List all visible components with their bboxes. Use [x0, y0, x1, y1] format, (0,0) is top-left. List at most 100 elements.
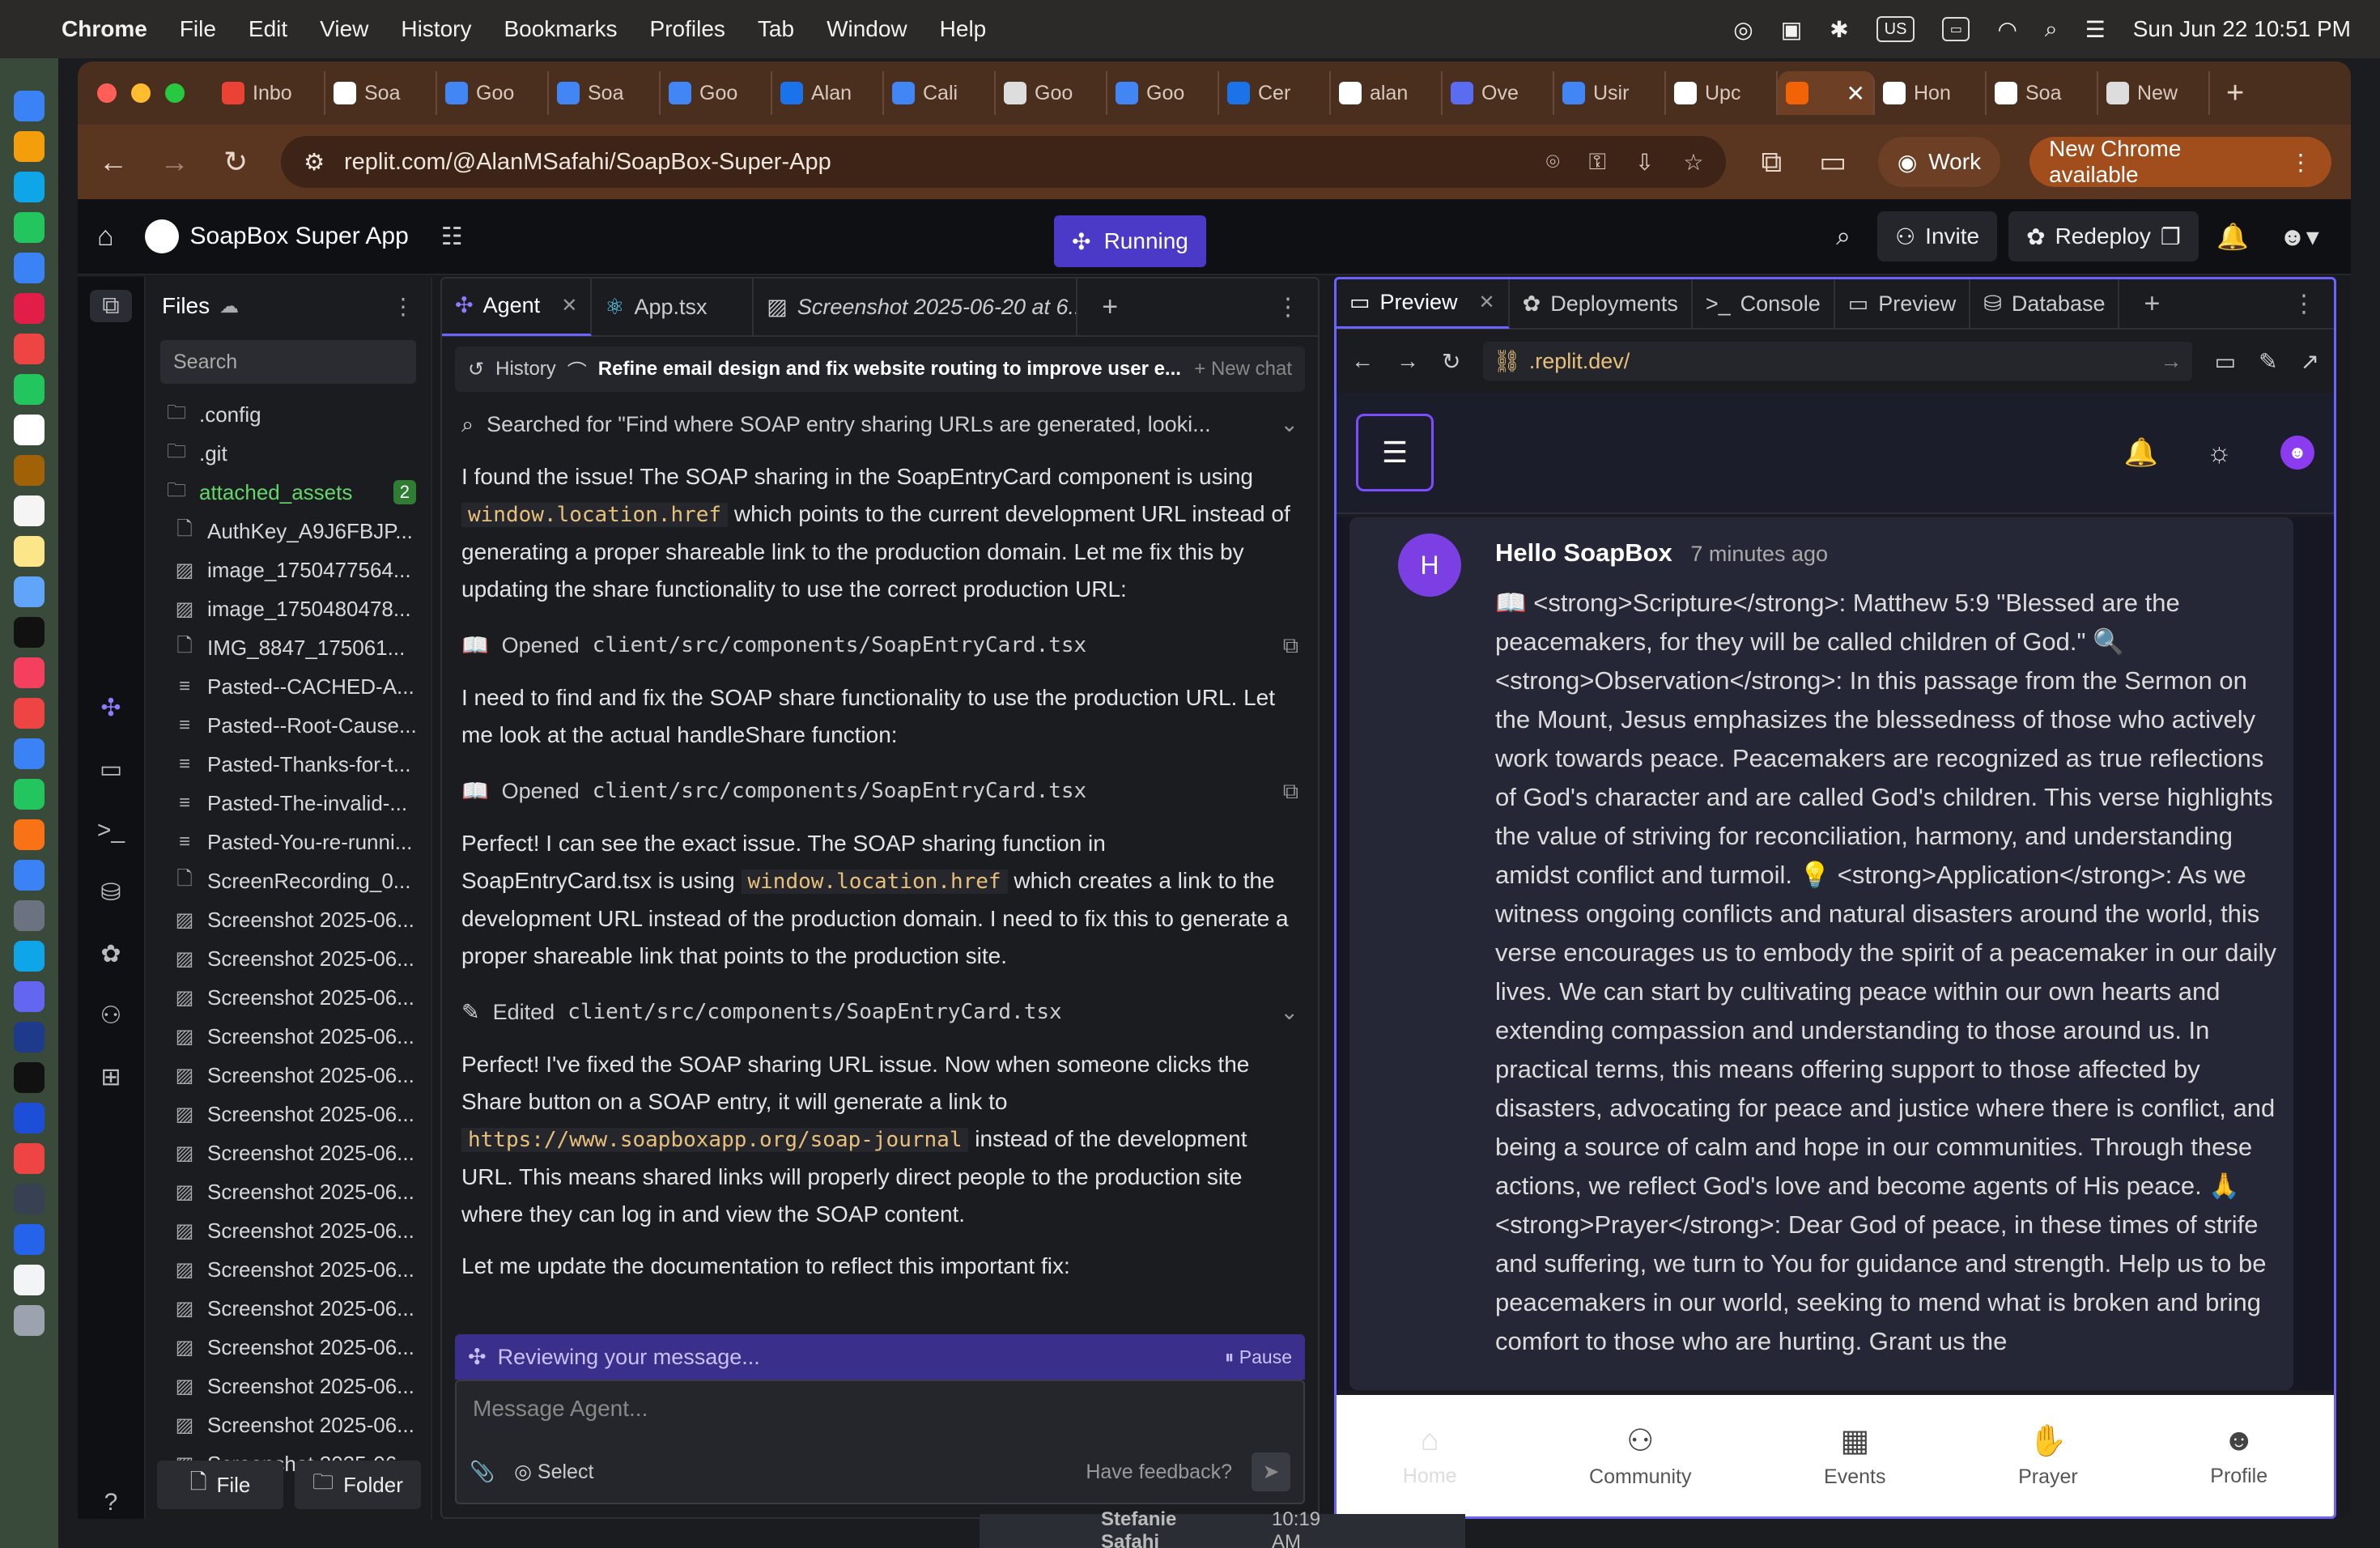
password-manager-icon[interactable]: [14, 1103, 45, 1133]
browser-tab[interactable]: Alan: [772, 71, 884, 115]
home-icon[interactable]: ⌂: [97, 221, 114, 253]
search-action-row[interactable]: ⌕ Searched for "Find where SOAP entry sh…: [461, 402, 1298, 447]
theme-toggle-icon[interactable]: ☼: [2207, 437, 2232, 469]
terminal-icon[interactable]: [14, 1062, 45, 1093]
chevron-down-icon[interactable]: ⌄: [1280, 406, 1298, 443]
browser-tab[interactable]: Cer: [1219, 71, 1331, 115]
clock[interactable]: Sun Jun 22 10:51 PM: [2133, 16, 2351, 42]
console-tool-icon[interactable]: >_: [90, 814, 132, 847]
trash-icon[interactable]: [14, 1305, 45, 1336]
file-item[interactable]: 🗋 AuthKey_A9J6FBJP...: [146, 512, 431, 551]
preview-url-input[interactable]: ⛓ .replit.dev/ →: [1483, 342, 2192, 381]
back-icon[interactable]: ←: [1351, 348, 1374, 374]
teams-icon[interactable]: [14, 981, 45, 1012]
word-icon[interactable]: [14, 1022, 45, 1053]
file-item[interactable]: ≡ Pasted--Root-Cause...: [146, 706, 431, 745]
menu-file[interactable]: File: [180, 16, 216, 42]
mail-icon[interactable]: [14, 253, 45, 283]
numbers-icon[interactable]: [14, 779, 45, 810]
outlook-icon[interactable]: [14, 941, 45, 972]
browser-tab[interactable]: Cali: [884, 71, 996, 115]
notification-bell-icon[interactable]: 🔔: [2210, 214, 2255, 259]
search-icon[interactable]: ⌕: [1821, 214, 1866, 259]
notes-icon[interactable]: [14, 536, 45, 567]
edited-file-row[interactable]: ✎ Edited client/src/components/SoapEntry…: [461, 989, 1298, 1035]
messages-icon[interactable]: [14, 212, 45, 243]
users-tool-icon[interactable]: ⚇: [90, 999, 132, 1031]
location-icon[interactable]: ⌾: [1546, 149, 1560, 176]
deployments-tool-icon[interactable]: ✿: [90, 938, 132, 970]
keyboard-layout-indicator[interactable]: US: [1876, 16, 1915, 42]
files-search-input[interactable]: Search: [160, 340, 416, 384]
file-item[interactable]: 🗋 IMG_8847_175061...: [146, 628, 431, 667]
hamburger-menu-icon[interactable]: ☰: [1356, 414, 1434, 491]
file-item[interactable]: ▨ Screenshot 2025-06...: [146, 1289, 431, 1328]
chrome-icon[interactable]: [14, 334, 45, 364]
user-avatar[interactable]: ☻▾: [2267, 214, 2331, 259]
file-item[interactable]: 🗋 ScreenRecording_0...: [146, 861, 431, 900]
browser-tab[interactable]: Soa: [549, 71, 661, 115]
files-tool-icon[interactable]: ⧉: [90, 290, 132, 322]
reload-icon[interactable]: ↻: [1442, 348, 1460, 375]
chat-title[interactable]: Refine email design and fix website rout…: [598, 358, 1181, 381]
invite-button[interactable]: ⚇ Invite: [1877, 211, 1998, 262]
menu-history[interactable]: History: [401, 16, 471, 42]
nav-events[interactable]: ▦ Events: [1824, 1423, 1885, 1489]
file-item[interactable]: ▨ Screenshot 2025-06...: [146, 1095, 431, 1133]
file-item[interactable]: ▨ Screenshot 2025-06...: [146, 1406, 431, 1444]
open-file-icon[interactable]: ⧉: [1283, 772, 1298, 810]
file-item[interactable]: ▨ Screenshot 2025-06...: [146, 1250, 431, 1289]
news-icon[interactable]: [14, 698, 45, 729]
bookmark-star-icon[interactable]: ☆: [1683, 149, 1703, 176]
close-tab-icon[interactable]: ✕: [561, 294, 577, 317]
send-icon[interactable]: ➤: [1252, 1452, 1290, 1491]
file-item[interactable]: ≡ Pasted--CACHED-A...: [146, 667, 431, 706]
spotlight-search-icon[interactable]: ⌕: [2045, 16, 2058, 43]
menu-app-name[interactable]: Chrome: [62, 16, 147, 42]
profile-work-button[interactable]: ◉ Work: [1877, 137, 2001, 187]
agent-tool-icon[interactable]: ✣: [90, 691, 132, 724]
chevron-down-icon[interactable]: ⌄: [1280, 993, 1298, 1031]
file-item[interactable]: ≡ Pasted-Thanks-for-t...: [146, 745, 431, 784]
browser-icon[interactable]: [14, 1143, 45, 1174]
calendar-icon[interactable]: [14, 415, 45, 445]
menu-view[interactable]: View: [320, 16, 368, 42]
browser-tab[interactable]: Upc: [1666, 71, 1778, 115]
console-list-icon[interactable]: ☷: [441, 223, 463, 251]
photos-icon[interactable]: [14, 293, 45, 324]
address-url[interactable]: replit.com/@AlanMSafahi/SoapBox-Super-Ap…: [344, 149, 831, 176]
tab-deployments[interactable]: ✿ Deployments: [1510, 279, 1693, 329]
finder-icon[interactable]: [14, 91, 45, 121]
zoom-window-button[interactable]: [165, 83, 185, 103]
preview-tool-icon[interactable]: ▭: [90, 753, 132, 785]
browser-tab[interactable]: Ove: [1443, 71, 1554, 115]
forward-icon[interactable]: →: [159, 145, 191, 179]
browser-tab[interactable]: Soa: [325, 71, 437, 115]
preview-app-icon[interactable]: [14, 1184, 45, 1214]
launchpad-icon[interactable]: [14, 131, 45, 162]
file-item[interactable]: ▨ Screenshot 2025-06...: [146, 1211, 431, 1250]
pages-icon[interactable]: [14, 819, 45, 850]
document-icon[interactable]: [14, 1265, 45, 1295]
all-tools-icon[interactable]: ⊞: [90, 1061, 132, 1093]
browser-tab[interactable]: Hon: [1875, 71, 1987, 115]
browser-tab[interactable]: New: [2098, 71, 2210, 115]
freeform-icon[interactable]: [14, 576, 45, 607]
cast-icon[interactable]: ▭: [1817, 145, 1849, 179]
install-icon[interactable]: ⇩: [1635, 149, 1654, 176]
run-status-button[interactable]: ✣ Running: [1054, 215, 1206, 267]
nav-community[interactable]: ⚇ Community: [1589, 1423, 1691, 1489]
key-icon[interactable]: ⚿: [1589, 149, 1606, 176]
reminders-icon[interactable]: [14, 495, 45, 526]
file-item[interactable]: ▨ Screenshot 2025-06...: [146, 900, 431, 939]
message-input[interactable]: Message Agent...: [457, 1381, 1303, 1436]
site-info-icon[interactable]: ⚙: [304, 148, 325, 176]
browser-tab[interactable]: Goo: [661, 71, 772, 115]
file-item[interactable]: ▨ image_1750477564...: [146, 551, 431, 589]
file-item[interactable]: ▨ Screenshot 2025-06...: [146, 978, 431, 1017]
browser-tab[interactable]: alan: [1331, 71, 1443, 115]
file-item[interactable]: ▨ Screenshot 2025-06...: [146, 1367, 431, 1406]
file-item[interactable]: ▨ Screenshot 2025-06...: [146, 1133, 431, 1172]
devtools-icon[interactable]: ✎: [2259, 348, 2277, 375]
menu-bookmarks[interactable]: Bookmarks: [504, 16, 617, 42]
